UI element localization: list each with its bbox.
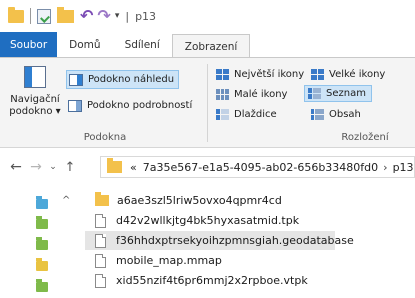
title-separator: | [125, 9, 130, 23]
layout-group-label: Rozložení [341, 132, 389, 143]
file-icon [95, 233, 106, 248]
layout-extra-large-icons[interactable]: Největší ikony [213, 66, 307, 83]
details-pane-button[interactable]: Podokno podrobností [66, 96, 196, 115]
group-divider [207, 64, 208, 142]
layout-small-icons[interactable]: Malé ikony [213, 86, 290, 103]
properties-icon[interactable] [37, 8, 51, 24]
breadcrumb-separator[interactable]: › [383, 161, 387, 174]
navigation-pane: ^ [0, 185, 80, 298]
customize-toolbar-dropdown-icon[interactable]: ▾ [115, 11, 120, 21]
list-item[interactable]: mobile_map.mmap [85, 251, 222, 270]
recent-locations-dropdown-icon[interactable]: ⌄ [46, 162, 60, 172]
list-item[interactable]: d42v2wllkjtg4bk5hyxasatmid.tpk [85, 211, 299, 230]
tab-file[interactable]: Soubor [0, 32, 58, 58]
breadcrumb-item-current[interactable]: p13 [393, 161, 414, 174]
file-name: xid55nzif4t6pr6mmj2x2rpboe.vtpk [116, 274, 308, 287]
nav-folder-icon[interactable] [36, 196, 50, 211]
folder-icon [95, 192, 109, 206]
layout-large-icons[interactable]: Velké ikony [308, 66, 388, 83]
details-pane-icon [68, 99, 82, 112]
title-bar: ↶ ↷ ▾ | p13 [0, 0, 415, 32]
nav-folder-icon[interactable] [36, 216, 50, 231]
back-arrow-icon[interactable]: ← [6, 159, 26, 175]
layout-tiles-label: Dlaždice [234, 109, 277, 120]
file-list: a6ae3szl5lriw5ovxo4qpmr4cd d42v2wllkjtg4… [80, 185, 415, 298]
layout-small-icons-label: Malé ikony [234, 89, 288, 100]
address-bar[interactable]: « 7a35e567-e1a5-4095-ab02-656b33480fd0 ›… [100, 156, 415, 178]
ribbon-panel: Navigační podokno ▾ Podokno náhledu Podo… [0, 57, 415, 148]
navigation-pane-label-line1: Navigační [10, 94, 60, 105]
up-arrow-icon[interactable]: ↑ [60, 160, 80, 175]
layout-list-label: Seznam [326, 88, 366, 99]
list-icon [308, 88, 321, 99]
preview-pane-button[interactable]: Podokno náhledu [66, 70, 180, 89]
layout-extra-large-icons-label: Největší ikony [234, 69, 305, 80]
small-icons-icon [216, 89, 229, 100]
nav-folder-icon[interactable] [36, 279, 50, 294]
panes-group-label: Podokna [83, 132, 127, 143]
folder-icon [107, 158, 122, 173]
file-icon [95, 213, 106, 228]
layout-list[interactable]: Seznam [304, 85, 372, 102]
file-icon [95, 273, 106, 288]
large-icons-icon [311, 69, 324, 80]
new-folder-icon[interactable] [57, 6, 74, 23]
breadcrumb-item[interactable]: 7a35e567-e1a5-4095-ab02-656b33480fd0 [143, 161, 378, 174]
navigation-pane-button[interactable]: Navigační podokno ▾ [4, 66, 66, 118]
layout-tiles[interactable]: Dlaždice [213, 106, 280, 123]
navigation-pane-icon [24, 66, 46, 88]
toolbar-divider [30, 8, 31, 24]
ribbon-tabs: Soubor Domů Sdílení Zobrazení [0, 32, 415, 58]
layout-large-icons-label: Velké ikony [329, 69, 386, 80]
list-item-selected[interactable]: f36hhdxptrsekyoihzpmnsgiah.geodatabase [85, 231, 354, 250]
undo-icon[interactable]: ↶ [80, 8, 93, 24]
content-icon [311, 109, 324, 120]
breadcrumb-overflow[interactable]: « [130, 161, 137, 174]
file-name: a6ae3szl5lriw5ovxo4qpmr4cd [117, 194, 282, 207]
tiles-icon [216, 109, 229, 120]
folder-icon [8, 6, 24, 23]
collapse-caret-icon[interactable]: ^ [62, 195, 70, 206]
extra-large-icons-icon [216, 69, 229, 80]
file-icon [95, 253, 106, 268]
window-title: p13 [135, 9, 157, 23]
navigation-pane-label-line2: podokno ▾ [9, 106, 61, 117]
details-pane-label: Podokno podrobností [87, 100, 193, 111]
layout-content[interactable]: Obsah [308, 106, 364, 123]
file-name: mobile_map.mmap [116, 254, 222, 267]
tab-share[interactable]: Sdílení [113, 32, 172, 58]
preview-pane-icon [69, 73, 83, 86]
file-name: f36hhdxptrsekyoihzpmnsgiah.geodatabase [116, 234, 354, 247]
tab-home[interactable]: Domů [57, 32, 112, 58]
list-item[interactable]: a6ae3szl5lriw5ovxo4qpmr4cd [85, 191, 282, 210]
redo-icon[interactable]: ↷ [97, 8, 110, 24]
address-bar-row: ← → ⌄ ↑ « 7a35e567-e1a5-4095-ab02-656b33… [0, 150, 415, 184]
tab-view[interactable]: Zobrazení [171, 34, 251, 58]
nav-folder-icon[interactable] [36, 237, 50, 252]
preview-pane-label: Podokno náhledu [88, 74, 175, 85]
forward-arrow-icon[interactable]: → [26, 159, 46, 175]
layout-content-label: Obsah [329, 109, 361, 120]
nav-folder-icon[interactable] [36, 258, 50, 273]
list-item[interactable]: xid55nzif4t6pr6mmj2x2rpboe.vtpk [85, 271, 308, 290]
file-name: d42v2wllkjtg4bk5hyxasatmid.tpk [116, 214, 300, 227]
